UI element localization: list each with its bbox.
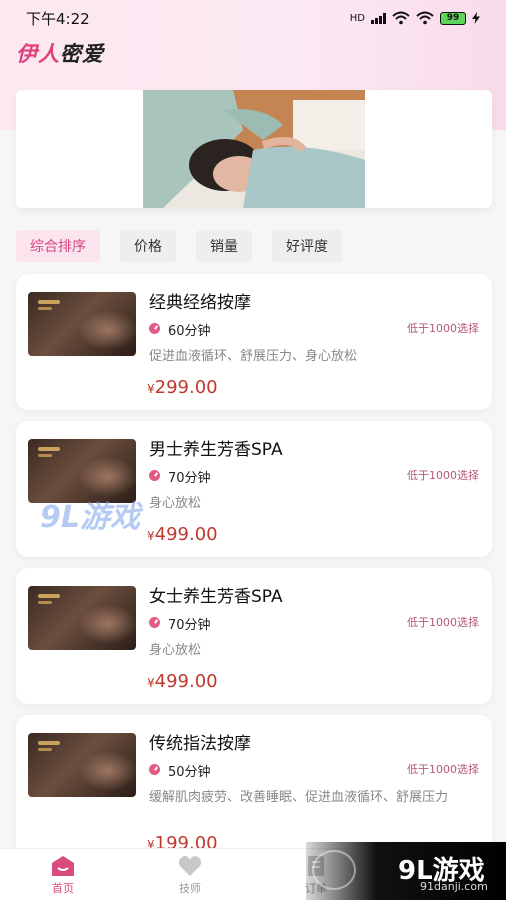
corner-watermark: 9L游戏 91danji.com [306,842,506,900]
service-thumbnail [28,292,136,356]
watermark-logo-icon [312,850,356,890]
tab-home[interactable]: 首页 [23,849,103,900]
home-icon [52,855,74,876]
service-choose-tag: 低于1000选择 [407,469,479,482]
filter-price[interactable]: 价格 [120,230,176,262]
app-title: 伊人密爱 [16,42,104,66]
signal-icon [371,12,386,24]
banner-image [143,90,365,208]
service-choose-tag: 低于1000选择 [407,616,479,629]
wifi-icon-2 [416,11,434,25]
service-name: 经典经络按摩 [149,293,251,313]
heart-icon [178,855,202,876]
service-name: 传统指法按摩 [149,734,251,754]
banner[interactable] [16,90,492,208]
wifi-icon [392,11,410,25]
service-duration: 60分钟 [168,324,211,339]
service-description: 缓解肌肉疲劳、改善睡眠、促进血液循环、舒展压力 [149,790,449,805]
tab-technician[interactable]: 技师 [150,849,230,900]
clock-icon [149,617,160,628]
clock-icon [149,764,160,775]
battery-icon: 99 [440,11,466,25]
service-duration: 70分钟 [168,618,211,633]
service-price: ¥499.00 [147,671,218,692]
service-card[interactable]: 经典经络按摩 60分钟 低于1000选择 促进血液循环、舒展压力、身心放松 ¥2… [16,274,492,410]
service-choose-tag: 低于1000选择 [407,322,479,335]
service-description: 促进血液循环、舒展压力、身心放松 [149,349,358,364]
status-time: 下午4:22 [26,9,90,28]
service-duration: 70分钟 [168,471,211,486]
service-price: ¥499.00 [147,524,218,545]
charging-icon [472,12,480,24]
service-choose-tag: 低于1000选择 [407,763,479,776]
service-description: 身心放松 [149,643,202,658]
service-card[interactable]: 女士养生芳香SPA 70分钟 低于1000选择 身心放松 ¥499.00 [16,568,492,704]
filter-rating[interactable]: 好评度 [272,230,342,262]
service-price: ¥299.00 [147,377,218,398]
filter-sales[interactable]: 销量 [196,230,252,262]
filter-comprehensive[interactable]: 综合排序 [16,230,100,262]
tab-home-label: 首页 [52,881,74,895]
service-name: 女士养生芳香SPA [149,587,283,607]
filter-bar: 综合排序 价格 销量 好评度 [16,230,342,262]
service-duration: 50分钟 [168,765,211,780]
clock-icon [149,323,160,334]
tab-technician-label: 技师 [179,881,201,895]
service-description: 身心放松 [149,496,202,511]
service-name: 男士养生芳香SPA [149,440,283,460]
clock-icon [149,470,160,481]
watermark-overlay: 9L游戏 [40,500,140,535]
network-label: HD [349,12,365,24]
status-bar: 下午4:22 HD 99 [0,0,506,36]
service-thumbnail [28,586,136,650]
status-icons: HD 99 [350,11,480,25]
watermark-sub: 91danji.com [420,880,488,893]
service-thumbnail [28,733,136,797]
service-card[interactable]: 男士养生芳香SPA 70分钟 低于1000选择 身心放松 ¥499.00 [16,421,492,557]
